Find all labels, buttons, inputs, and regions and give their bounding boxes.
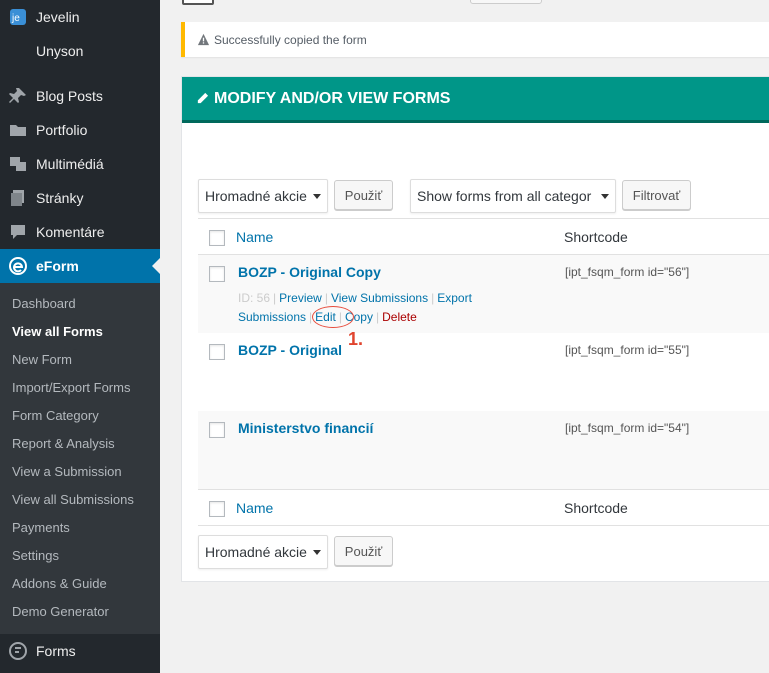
partial-button[interactable] <box>470 0 542 4</box>
caret-down-icon <box>601 194 609 199</box>
form-id: ID: 56 <box>238 291 271 305</box>
submenu-item-settings[interactable]: Settings <box>0 542 160 570</box>
apply-button-top[interactable]: Použiť <box>334 180 393 210</box>
row-checkbox[interactable] <box>209 266 225 282</box>
form-shortcode: [ipt_fsqm_form id="56"] <box>565 265 690 279</box>
bulk-actions-select-top[interactable]: Hromadné akcie <box>198 179 328 213</box>
category-filter-value: Show forms from all categor <box>417 188 592 204</box>
pencil-icon <box>197 92 209 104</box>
filter-button[interactable]: Filtrovať <box>622 180 691 210</box>
caret-down-icon <box>313 194 321 199</box>
menu-item-blog-posts[interactable]: Blog Posts <box>0 79 160 113</box>
admin-sidebar: je Jevelin Unyson Blog Posts Portfolio M… <box>0 0 160 673</box>
menu-item-label: Blog Posts <box>36 88 103 104</box>
submenu-item-dashboard[interactable]: Dashboard <box>0 290 160 318</box>
delete-link[interactable]: Delete <box>382 310 417 324</box>
menu-item-pages[interactable]: Stránky <box>0 181 160 215</box>
menu-item-portfolio[interactable]: Portfolio <box>0 113 160 147</box>
table-row: BOZP - Original Copy [ipt_fsqm_form id="… <box>198 255 769 333</box>
menu-item-forms[interactable]: Forms <box>0 634 160 668</box>
submenu-item-addons-guide[interactable]: Addons & Guide <box>0 570 160 598</box>
form-title-link[interactable]: Ministerstvo financií <box>238 420 373 436</box>
submenu-item-form-category[interactable]: Form Category <box>0 402 160 430</box>
form-shortcode: [ipt_fsqm_form id="54"] <box>565 421 690 435</box>
submenu-item-demo-generator[interactable]: Demo Generator <box>0 598 160 626</box>
panel-header: MODIFY AND/OR VIEW FORMS <box>182 77 769 123</box>
annotation-circle <box>312 306 354 328</box>
bulk-actions-value: Hromadné akcie <box>205 544 307 560</box>
eform-submenu: Dashboard View all Forms New Form Import… <box>0 283 160 634</box>
submenu-item-view-all-forms[interactable]: View all Forms <box>0 318 160 346</box>
menu-item-media[interactable]: Multimédiá <box>0 147 160 181</box>
menu-item-label: Komentáre <box>36 224 105 240</box>
warning-icon <box>197 33 210 46</box>
submenu-item-payments[interactable]: Payments <box>0 514 160 542</box>
menu-item-label: Multimédiá <box>36 156 104 172</box>
svg-text:je: je <box>11 13 20 24</box>
menu-item-label: Unyson <box>36 43 84 59</box>
forms-panel: MODIFY AND/OR VIEW FORMS Hromadné akcie … <box>181 76 769 582</box>
menu-item-jevelin[interactable]: je Jevelin <box>0 0 160 34</box>
column-name-footer[interactable]: Name <box>236 500 273 516</box>
folder-icon <box>0 121 36 139</box>
submenu-item-new-form[interactable]: New Form <box>0 346 160 374</box>
column-shortcode-header: Shortcode <box>564 229 628 245</box>
submenu-item-view-all-submissions[interactable]: View all Submissions <box>0 486 160 514</box>
row-checkbox[interactable] <box>209 344 225 360</box>
panel-title: MODIFY AND/OR VIEW FORMS <box>214 89 451 107</box>
menu-item-comments[interactable]: Komentáre <box>0 215 160 249</box>
menu-item-label: Portfolio <box>36 122 88 138</box>
menu-item-label: Forms <box>36 643 76 659</box>
success-notice: Successfully copied the form <box>181 22 769 57</box>
main-content: Successfully copied the form MODIFY AND/… <box>160 0 769 673</box>
bulk-actions-select-bottom[interactable]: Hromadné akcie <box>198 535 328 569</box>
column-name-header[interactable]: Name <box>236 229 273 245</box>
forms-table: Name Shortcode BOZP - Original Copy [ipt… <box>198 218 769 526</box>
annotation-number: 1. <box>348 329 364 349</box>
select-all-checkbox-footer[interactable] <box>209 501 225 517</box>
comment-icon <box>0 223 36 241</box>
export-link[interactable]: Export <box>437 291 472 305</box>
table-header: Name Shortcode <box>198 219 769 255</box>
form-shortcode: [ipt_fsqm_form id="55"] <box>565 343 690 357</box>
bulk-actions-value: Hromadné akcie <box>205 188 307 204</box>
caret-down-icon <box>313 550 321 555</box>
menu-item-label: eForm <box>36 258 79 274</box>
notice-text: Successfully copied the form <box>214 32 367 47</box>
forms-icon <box>0 642 36 660</box>
submenu-item-import-export[interactable]: Import/Export Forms <box>0 374 160 402</box>
partial-control[interactable] <box>182 0 214 5</box>
form-title-link[interactable]: BOZP - Original <box>238 342 342 358</box>
menu-item-label: Stránky <box>36 190 84 206</box>
table-row: BOZP - Original [ipt_fsqm_form id="55"] <box>198 333 769 411</box>
menu-item-unyson[interactable]: Unyson <box>0 34 160 68</box>
submissions-link[interactable]: Submissions <box>238 310 306 324</box>
preview-link[interactable]: Preview <box>279 291 322 305</box>
table-row: Ministerstvo financií [ipt_fsqm_form id=… <box>198 411 769 489</box>
row-checkbox[interactable] <box>209 422 225 438</box>
jevelin-logo-icon: je <box>0 8 36 26</box>
table-footer: Name Shortcode <box>198 489 769 525</box>
media-icon <box>0 155 36 173</box>
form-title-link[interactable]: BOZP - Original Copy <box>238 264 381 280</box>
submenu-item-report-analysis[interactable]: Report & Analysis <box>0 430 160 458</box>
menu-item-eform[interactable]: eForm <box>0 249 160 283</box>
view-submissions-link[interactable]: View Submissions <box>331 291 428 305</box>
category-filter-select[interactable]: Show forms from all categor <box>410 179 616 213</box>
select-all-checkbox[interactable] <box>209 230 225 246</box>
apply-button-bottom[interactable]: Použiť <box>334 536 393 566</box>
submenu-item-view-submission[interactable]: View a Submission <box>0 458 160 486</box>
column-shortcode-footer: Shortcode <box>564 500 628 516</box>
row-actions: ID: 56 | Preview | View Submissions | Export S… <box>238 291 472 324</box>
pin-icon <box>0 87 36 105</box>
eform-icon <box>0 257 36 275</box>
menu-item-label: Jevelin <box>36 9 80 25</box>
pages-icon <box>0 189 36 207</box>
